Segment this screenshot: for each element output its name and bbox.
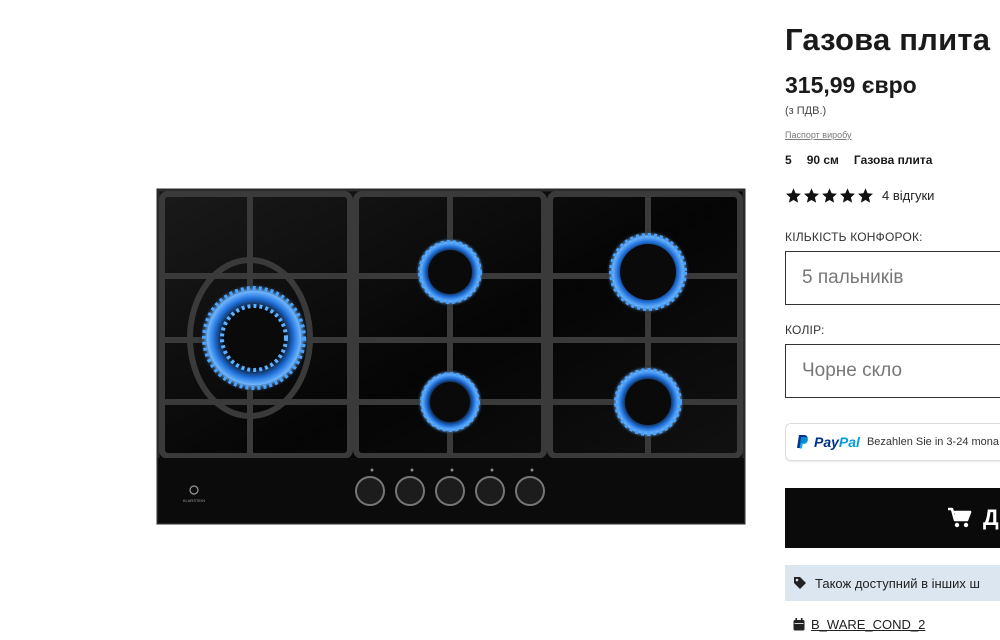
brand-logo-text: KLARSTEIN (183, 498, 205, 503)
rating-stars (785, 187, 874, 204)
paypal-installments-banner[interactable]: PayPal Bezahlen Sie in 3-24 mona (785, 423, 1000, 461)
reviews-link[interactable]: 4 відгуки (882, 188, 934, 203)
add-to-cart-label: Д (983, 505, 999, 530)
attribute-burners: 5 (785, 153, 792, 167)
color-select-value: Чорне скло (802, 360, 903, 381)
passport-link[interactable]: Паспорт виробу (785, 130, 852, 140)
star-icon (786, 187, 801, 203)
availability-text: Також доступний в інших ш (815, 575, 980, 591)
paypal-logo-pal: Pal (838, 434, 860, 450)
color-label: КОЛІР: (785, 323, 825, 337)
attribute-type: Газова плита (853, 153, 933, 167)
paypal-icon (797, 435, 808, 449)
condition-text: B_WARE_COND_2 (811, 617, 926, 632)
burners-label: КІЛЬКІСТЬ КОНФОРОК: (785, 230, 923, 244)
paypal-logo: PayPal (814, 434, 860, 450)
vat-note: (з ПДВ.) (785, 105, 827, 117)
color-select[interactable]: Чорне скло (785, 344, 1000, 398)
calendar-icon (793, 618, 805, 631)
cart-icon (948, 507, 972, 528)
rating-summary[interactable]: 4 відгуки (785, 185, 934, 205)
product-price: 315,99 євро (785, 72, 917, 98)
burners-select[interactable]: 5 пальників (785, 251, 1000, 305)
add-to-cart-button[interactable]: Д (785, 488, 1000, 548)
star-icon (804, 187, 819, 203)
condition-link[interactable]: B_WARE_COND_2 (793, 617, 925, 632)
burners-select-value: 5 пальників (802, 267, 904, 288)
star-icon (822, 187, 837, 203)
product-attributes: 5 90 см Газова плита (785, 153, 947, 167)
product-info-panel: Газова плита 315,99 євро (з ПДВ.) Паспор… (785, 0, 1000, 640)
paypal-text: Bezahlen Sie in 3-24 mona (866, 436, 1000, 448)
product-image[interactable]: KLARSTEIN (150, 180, 750, 530)
star-icon (840, 187, 855, 203)
paypal-logo-pay: Pay (814, 434, 839, 450)
tag-icon (794, 577, 806, 589)
attribute-width: 90 см (806, 153, 839, 167)
product-title: Газова плита (785, 22, 991, 57)
star-icon (858, 187, 873, 203)
availability-banner[interactable]: Також доступний в інших ш (785, 565, 1000, 601)
